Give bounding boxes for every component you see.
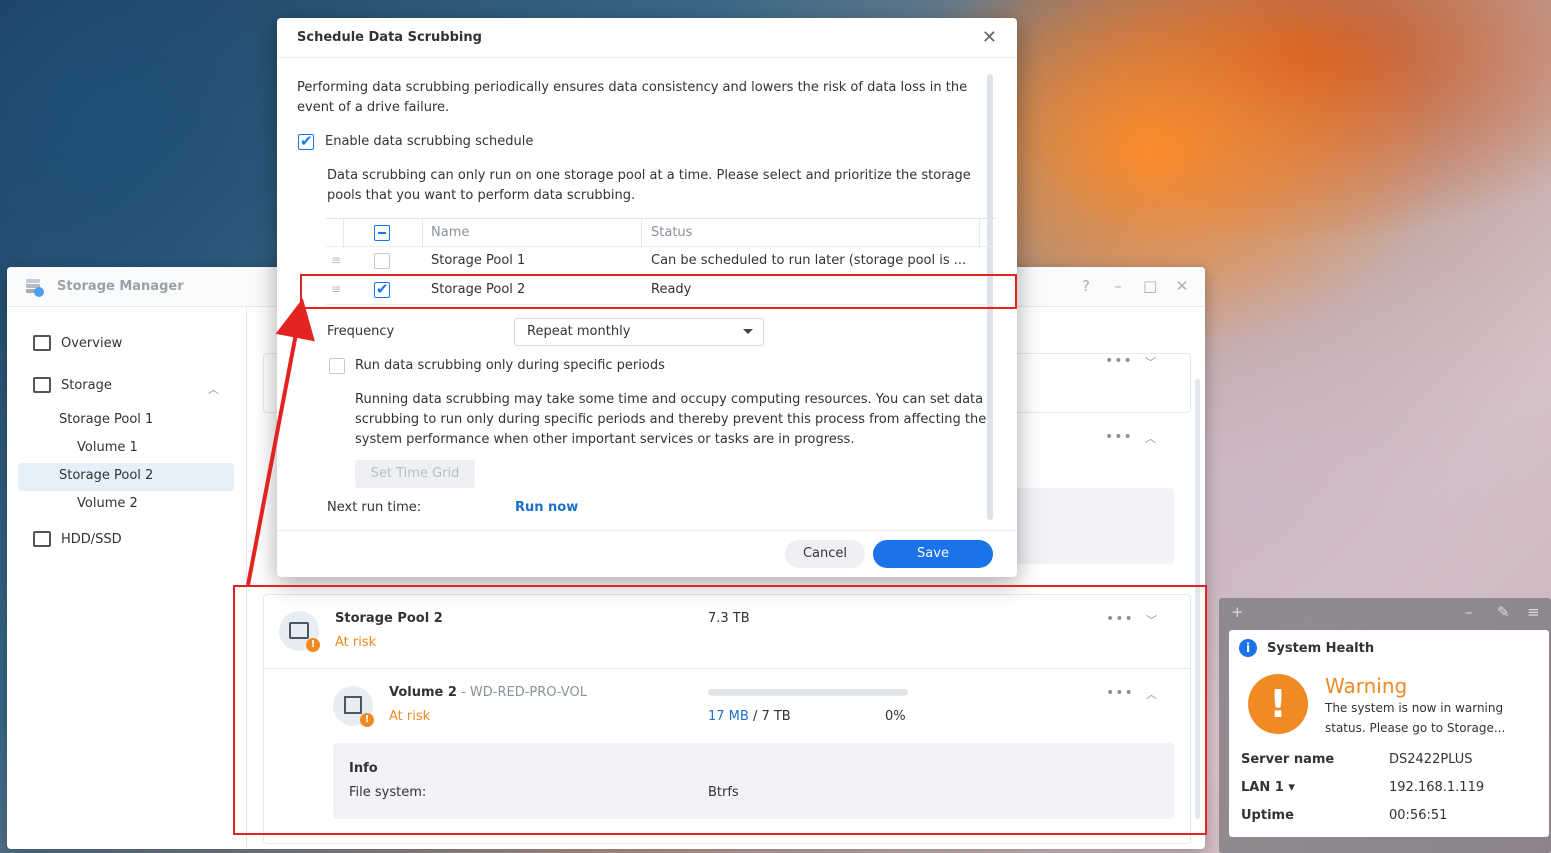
specific-periods-label: Run data scrubbing only during specific …: [355, 358, 665, 373]
intro-text: Performing data scrubbing periodically e…: [297, 80, 968, 115]
lan-value: 192.168.1.119: [1389, 780, 1485, 795]
chevron-down-icon[interactable]: ﹀: [1145, 354, 1156, 370]
chevron-up-icon[interactable]: ︿: [208, 381, 219, 397]
close-icon[interactable]: ✕: [1175, 277, 1189, 295]
sidebar-item-label: Overview: [61, 335, 123, 351]
chevron-up-icon[interactable]: ︿: [1145, 430, 1156, 446]
frequency-value: Repeat monthly: [527, 324, 631, 339]
help-icon[interactable]: ?: [1079, 277, 1093, 295]
drag-handle-icon[interactable]: ≡: [331, 253, 341, 267]
cancel-button[interactable]: Cancel: [785, 540, 865, 568]
window-controls: ? – □ ✕: [1079, 277, 1189, 295]
sidebar-item-storage-pool-1[interactable]: Storage Pool 1: [59, 412, 153, 427]
minimize-icon[interactable]: –: [1111, 277, 1125, 295]
annotation-highlight-row: [300, 274, 1017, 309]
sidebar-item-label: Storage: [61, 377, 112, 393]
widget-title: System Health: [1267, 641, 1375, 656]
uptime-value: 00:56:51: [1389, 808, 1448, 823]
run-now-link[interactable]: Run now: [515, 500, 578, 515]
close-icon[interactable]: ✕: [982, 27, 997, 48]
storage-manager-app-icon: [26, 278, 44, 297]
frequency-label: Frequency: [327, 324, 395, 339]
lan-label[interactable]: LAN 1 ▾: [1241, 780, 1295, 795]
sidebar-item-volume-2[interactable]: Volume 2: [77, 496, 138, 511]
minimize-icon[interactable]: –: [1465, 603, 1473, 621]
specific-periods-checkbox[interactable]: [329, 358, 345, 374]
next-run-label: Next run time:: [327, 500, 422, 515]
sidebar-item-hdd-ssd[interactable]: HDD/SSD: [33, 531, 122, 547]
sidebar-item-label: Storage Pool 1: [59, 412, 154, 427]
panel-menu-icon[interactable]: ≡: [1527, 603, 1540, 621]
storage-manager-title: Storage Manager: [57, 279, 184, 294]
specific-periods-note: Running data scrubbing may take some tim…: [355, 392, 987, 447]
divider: [277, 57, 1017, 58]
sidebar-item-overview[interactable]: Overview: [33, 335, 122, 351]
pool-note: Data scrubbing can only run on one stora…: [327, 168, 971, 203]
sidebar-item-label: HDD/SSD: [61, 531, 122, 547]
system-health-widget: i System Health ! Warning The system is …: [1229, 630, 1549, 837]
dropdown-caret-icon: [743, 329, 753, 334]
sidebar-item-storage[interactable]: Storage: [33, 377, 112, 393]
uptime-label: Uptime: [1241, 808, 1294, 823]
server-name-value: DS2422PLUS: [1389, 752, 1473, 767]
health-status: Warning: [1325, 674, 1408, 698]
column-separator: [422, 219, 423, 248]
row-name: Storage Pool 1: [431, 253, 526, 268]
frequency-select[interactable]: Repeat monthly: [514, 318, 764, 346]
more-options-icon[interactable]: •••: [1105, 429, 1133, 445]
sidebar-item-volume-1[interactable]: Volume 1: [77, 440, 138, 455]
divider: [277, 530, 1017, 531]
warning-icon: !: [1248, 674, 1308, 734]
set-time-grid-button[interactable]: Set Time Grid: [355, 460, 475, 488]
sidebar-item-label: Volume 1: [77, 440, 138, 455]
column-header-status[interactable]: Status: [651, 225, 692, 240]
enable-schedule-label: Enable data scrubbing schedule: [325, 134, 534, 149]
add-icon[interactable]: +: [1231, 603, 1244, 621]
pin-icon[interactable]: ✎: [1497, 603, 1510, 621]
sidebar-item-label: Volume 2: [77, 496, 138, 511]
sidebar: Overview Storage ︿ Storage Pool 1 Volume…: [7, 307, 247, 849]
server-name-label: Server name: [1241, 752, 1335, 767]
annotation-highlight-pool: [233, 585, 1207, 835]
table-row[interactable]: ≡ Storage Pool 1 Can be scheduled to run…: [326, 247, 996, 276]
info-icon: i: [1239, 639, 1257, 657]
row-status: Can be scheduled to run later (storage p…: [651, 253, 967, 268]
health-description[interactable]: The system is now in warning status. Ple…: [1325, 698, 1535, 738]
column-separator: [979, 219, 980, 248]
enable-schedule-checkbox[interactable]: [298, 132, 314, 150]
maximize-icon[interactable]: □: [1143, 277, 1157, 295]
more-options-icon[interactable]: •••: [1105, 353, 1133, 369]
storage-icon: [33, 377, 51, 393]
save-button[interactable]: Save: [873, 540, 993, 568]
column-separator: [641, 219, 642, 248]
select-all-checkbox[interactable]: [374, 225, 390, 241]
sidebar-item-storage-pool-2[interactable]: Storage Pool 2: [59, 468, 153, 483]
dialog-title: Schedule Data Scrubbing: [297, 30, 482, 45]
sidebar-item-label: Storage Pool 2: [59, 468, 154, 483]
column-header-name[interactable]: Name: [431, 225, 469, 240]
column-separator: [343, 219, 344, 248]
widget-toolbar: + – ✎ ≡: [1219, 598, 1551, 628]
table-header: Name Status: [326, 218, 996, 248]
overview-icon: [33, 335, 51, 351]
row-checkbox[interactable]: [374, 253, 390, 269]
hdd-icon: [33, 531, 51, 547]
